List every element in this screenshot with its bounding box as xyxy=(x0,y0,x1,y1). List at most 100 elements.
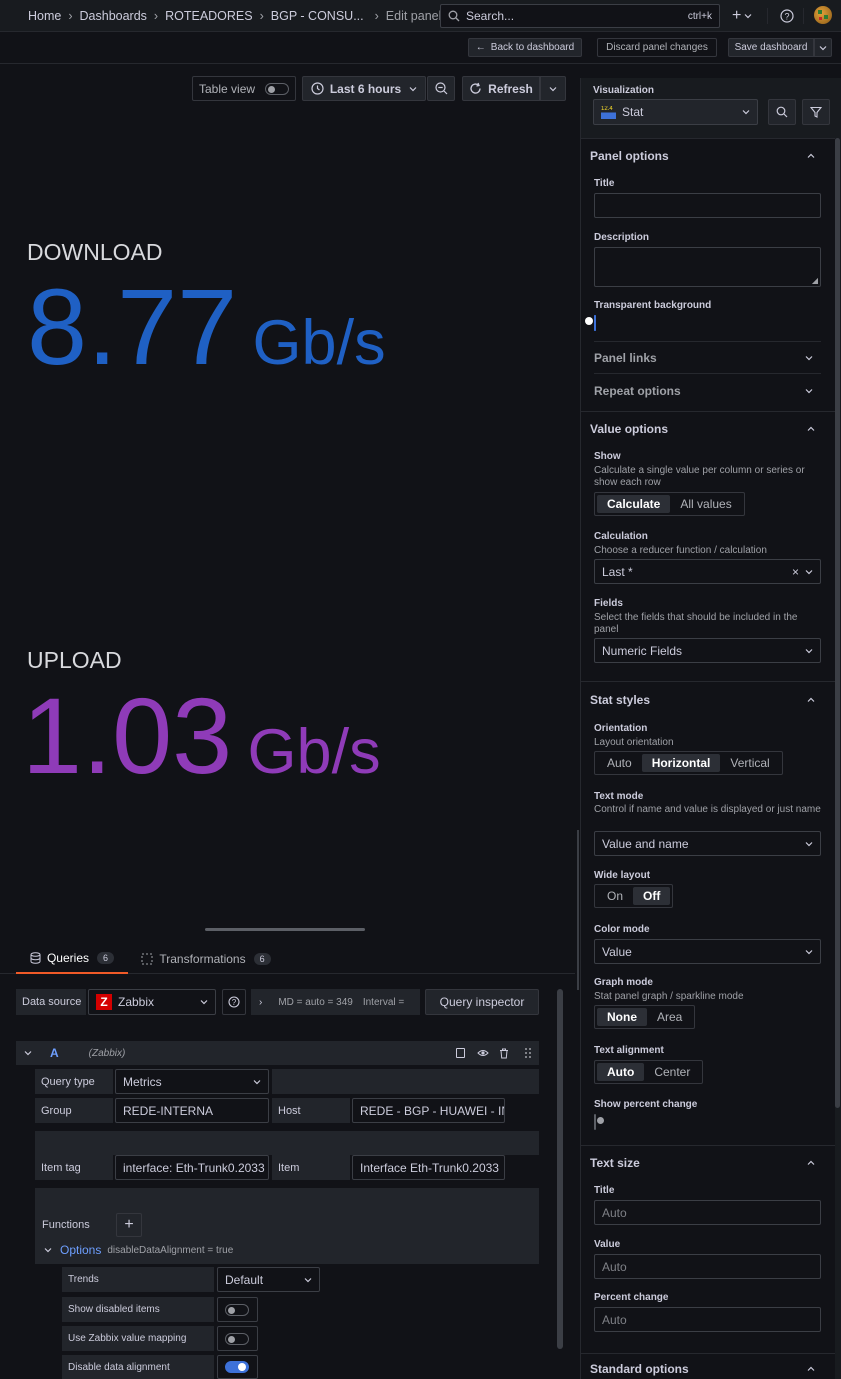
panel-links-row[interactable]: Panel links xyxy=(594,341,821,374)
tab-transformations[interactable]: Transformations 6 xyxy=(136,944,276,974)
graph-mode-desc: Stat panel graph / sparkline mode xyxy=(594,991,744,1002)
show-all-values-option[interactable]: All values xyxy=(670,495,741,513)
avatar[interactable] xyxy=(814,6,832,24)
value-mapping-label-text: Use Zabbix value mapping xyxy=(68,1333,187,1344)
chevron-up-icon[interactable] xyxy=(807,425,815,433)
text-mode-select[interactable]: Value and name xyxy=(594,831,821,856)
orientation-horizontal-option[interactable]: Horizontal xyxy=(641,754,721,772)
chevron-down-icon xyxy=(744,14,752,19)
color-mode-select[interactable]: Value xyxy=(594,939,821,964)
align-auto-option[interactable]: Auto xyxy=(597,1063,645,1081)
item-tag-input[interactable]: interface: Eth-Trunk0.2033 xyxy=(115,1155,269,1180)
fields-select[interactable]: Numeric Fields xyxy=(594,638,821,663)
discard-changes-button[interactable]: Discard panel changes xyxy=(597,38,717,57)
transparent-bg-toggle[interactable] xyxy=(594,315,596,331)
refresh-interval-button[interactable] xyxy=(540,76,566,101)
value-options-header[interactable]: Value options xyxy=(590,422,668,436)
query-tabs: Queries 6 Transformations 6 xyxy=(0,944,575,974)
save-options-button[interactable] xyxy=(814,38,832,57)
title-input[interactable] xyxy=(594,193,821,218)
graph-none-option[interactable]: None xyxy=(597,1008,647,1026)
host-input[interactable]: REDE - BGP - HUAWEI - IN xyxy=(352,1098,505,1123)
time-range-label: Last 6 hours xyxy=(329,81,402,96)
search-placeholder: Search... xyxy=(466,9,515,23)
chevron-up-icon[interactable] xyxy=(807,152,815,160)
show-calculate-option[interactable]: Calculate xyxy=(597,495,671,513)
search-input[interactable]: Search... ctrl+k xyxy=(440,4,720,28)
wide-on-option[interactable]: On xyxy=(597,887,633,905)
calculation-desc: Choose a reducer function / calculation xyxy=(594,545,767,556)
chevron-right-icon: › xyxy=(68,9,73,23)
zoom-out-button[interactable] xyxy=(427,76,455,101)
search-options-button[interactable] xyxy=(768,99,796,125)
query-scrollbar[interactable] xyxy=(557,989,563,1349)
value-mapping-toggle[interactable] xyxy=(225,1332,249,1345)
orientation-vertical-option[interactable]: Vertical xyxy=(720,754,779,772)
graph-area-option[interactable]: Area xyxy=(647,1008,692,1026)
chevron-up-icon[interactable] xyxy=(807,696,815,704)
breadcrumb-home[interactable]: Home xyxy=(28,9,61,23)
breadcrumb-folder[interactable]: ROTEADORES xyxy=(165,9,253,23)
wide-off-option[interactable]: Off xyxy=(633,887,671,905)
chevron-up-icon[interactable] xyxy=(807,1365,815,1373)
splitter-handle[interactable] xyxy=(205,928,365,931)
query-row-header[interactable]: A (Zabbix) xyxy=(16,1041,539,1065)
svg-text:?: ? xyxy=(784,12,789,22)
host-label-caption: Host xyxy=(278,1104,301,1117)
standard-options-header[interactable]: Standard options xyxy=(590,1362,689,1376)
options-toggle[interactable]: Options disableDataAlignment = true xyxy=(44,1243,233,1257)
drag-handle-icon[interactable] xyxy=(525,1048,531,1058)
trends-select[interactable]: Default xyxy=(217,1267,320,1292)
trash-icon[interactable] xyxy=(499,1048,509,1059)
save-dashboard-button[interactable]: Save dashboard xyxy=(728,38,814,57)
show-disabled-toggle[interactable] xyxy=(225,1303,249,1316)
align-center-option[interactable]: Center xyxy=(644,1063,700,1081)
refresh-button[interactable]: Refresh xyxy=(462,76,540,101)
filter-options-button[interactable] xyxy=(802,99,830,125)
calculation-select[interactable]: Last * × xyxy=(594,559,821,584)
vertical-splitter[interactable] xyxy=(577,830,579,990)
repeat-options-row[interactable]: Repeat options xyxy=(594,374,821,407)
disable-alignment-toggle[interactable] xyxy=(225,1361,249,1373)
chevron-down-icon xyxy=(253,1079,261,1084)
chevron-down-icon xyxy=(805,841,813,846)
breadcrumb-dashboards[interactable]: Dashboards xyxy=(80,9,147,23)
breadcrumb-dashboard[interactable]: BGP - CONSU... xyxy=(271,9,364,23)
clock-icon xyxy=(311,82,324,95)
eye-icon[interactable] xyxy=(477,1048,489,1058)
edit-toolbar: ← Back to dashboard Discard panel change… xyxy=(0,32,841,64)
query-type-select[interactable]: Metrics xyxy=(115,1069,269,1094)
ts-percent-input[interactable]: Auto xyxy=(594,1307,821,1332)
duplicate-icon[interactable] xyxy=(456,1048,465,1058)
orientation-auto-option[interactable]: Auto xyxy=(597,754,642,772)
group-input[interactable]: REDE-INTERNA xyxy=(115,1098,269,1123)
panel-options-header[interactable]: Panel options xyxy=(590,149,669,163)
table-view-toggle[interactable]: Table view xyxy=(192,76,296,101)
resize-handle-icon: ◢ xyxy=(811,276,818,285)
ts-value-input[interactable]: Auto xyxy=(594,1254,821,1279)
options-scrollbar[interactable] xyxy=(835,138,840,1108)
count-badge: 6 xyxy=(253,953,271,965)
stat-styles-header[interactable]: Stat styles xyxy=(590,693,650,707)
chevron-up-icon[interactable] xyxy=(807,1159,815,1167)
datasource-help-button[interactable]: ? xyxy=(222,989,246,1015)
back-to-dashboard-button[interactable]: ← Back to dashboard xyxy=(468,38,582,57)
query-ref-id[interactable]: A xyxy=(50,1046,59,1060)
help-button[interactable]: ? xyxy=(780,9,794,26)
add-function-button[interactable]: + xyxy=(116,1213,142,1237)
percent-change-toggle[interactable] xyxy=(594,1114,596,1130)
query-options-bar[interactable]: › MD = auto = 349 Interval = xyxy=(251,989,420,1015)
table-view-switch[interactable] xyxy=(265,82,289,95)
datasource-select[interactable]: Z Zabbix xyxy=(88,989,216,1015)
visualization-picker[interactable]: 12.4 Stat xyxy=(593,99,758,125)
text-size-header[interactable]: Text size xyxy=(590,1156,640,1170)
ts-title-input[interactable]: Auto xyxy=(594,1200,821,1225)
tab-queries[interactable]: Queries 6 xyxy=(16,944,128,974)
chevron-down-icon[interactable] xyxy=(24,1049,32,1057)
description-textarea[interactable]: ◢ xyxy=(594,247,821,287)
add-menu-button[interactable]: + xyxy=(732,6,752,26)
query-inspector-button[interactable]: Query inspector xyxy=(425,989,539,1015)
time-picker-button[interactable]: Last 6 hours xyxy=(302,76,426,101)
clear-icon[interactable]: × xyxy=(792,565,799,579)
item-input[interactable]: Interface Eth-Trunk0.2033 xyxy=(352,1155,505,1180)
